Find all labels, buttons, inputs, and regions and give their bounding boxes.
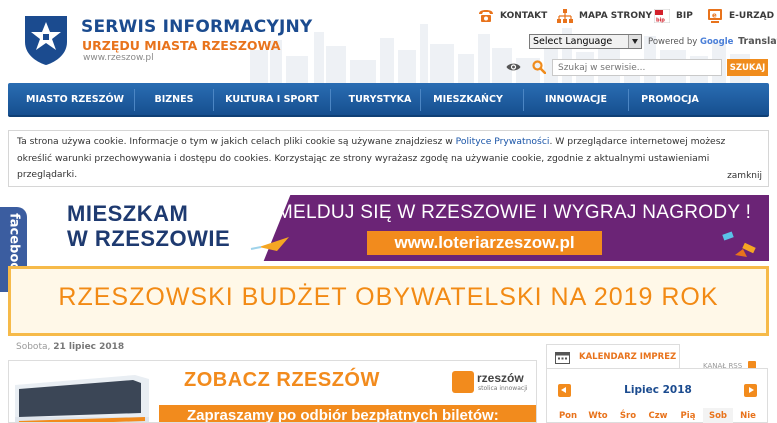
- privacy-policy-link[interactable]: Polityce Prywatności: [456, 136, 550, 147]
- e-office-link[interactable]: e E-URZĄD: [707, 7, 774, 25]
- search-button[interactable]: SZUKAJ: [727, 59, 768, 76]
- main-navigation: MIASTO RZESZÓW BIZNES KULTURA I SPORT TU…: [8, 83, 769, 117]
- svg-text:bip: bip: [656, 18, 665, 24]
- cookie-close-button[interactable]: zamknij: [727, 168, 762, 185]
- site-url: www.rzeszow.pl: [83, 53, 154, 63]
- phone-icon: [479, 10, 493, 22]
- budget-banner-text: RZESZOWSKI BUDŻET OBYWATELSKI NA 2019 RO…: [58, 283, 719, 311]
- weekday-label: Pon: [558, 411, 578, 421]
- nav-item-innowacje[interactable]: INNOWACJE: [536, 83, 616, 117]
- powered-by-text: Powered by: [648, 37, 698, 47]
- rzeszow-logo-tagline: stolica innowacji: [478, 385, 528, 392]
- nav-item-biznes[interactable]: BIZNES: [142, 83, 206, 117]
- city-coat-of-arms-logo[interactable]: [23, 14, 69, 66]
- banner-title-line2: W RZESZOWIE: [67, 226, 231, 251]
- lottery-banner[interactable]: MIESZKAM W RZESZOWIE ZAMELDUJ SIĘ W RZES…: [27, 195, 769, 261]
- sitemap-icon: [557, 9, 573, 23]
- weekday-label: Czw: [648, 411, 668, 421]
- banner-title-line1: MIESZKAM: [67, 201, 189, 226]
- current-date: Sobota, 21 lipiec 2018: [16, 342, 124, 352]
- calendar-month: Lipiec 2018: [624, 384, 692, 396]
- nav-separator: [134, 89, 135, 111]
- bip-label: BIP: [676, 11, 693, 21]
- nav-separator: [330, 89, 331, 111]
- site-subtitle: URZĘDU MIASTA RZESZOWA: [82, 38, 281, 53]
- google-translate-credit: Powered by Google Translate: [648, 36, 777, 47]
- calendar-body: Lipiec 2018 Pon Wto Śro Czw Pią Sob Nie: [546, 368, 768, 423]
- banner-title: MIESZKAM W RZESZOWIE: [67, 201, 230, 251]
- sitemap-label: MAPA STRONY: [579, 11, 653, 21]
- page: SERWIS INFORMACYJNY URZĘDU MIASTA RZESZO…: [0, 0, 777, 423]
- bip-icon: bip: [654, 9, 670, 23]
- language-select-value: Select Language: [533, 36, 613, 47]
- weekday-label: Śro: [619, 411, 637, 421]
- date-weekday: Sobota,: [16, 342, 51, 352]
- e-office-icon: e: [708, 9, 722, 23]
- nav-separator: [420, 89, 421, 111]
- rzeszow-logo-name: rzeszów: [477, 371, 524, 385]
- search-icon: [532, 60, 546, 74]
- nav-separator: [523, 89, 524, 111]
- weekday-label: Sob: [703, 408, 733, 423]
- next-month-button[interactable]: [744, 384, 757, 397]
- translate-text[interactable]: Translate: [738, 36, 777, 47]
- search-input[interactable]: [552, 59, 722, 76]
- rzeszow-logo-icon: [452, 371, 474, 393]
- lottery-url[interactable]: www.loteriarzeszow.pl: [367, 231, 602, 255]
- calendar-icon: [555, 352, 570, 364]
- nav-item-mieszkancy[interactable]: MIESZKAŃCY: [423, 83, 513, 117]
- budget-banner[interactable]: RZESZOWSKI BUDŻET OBYWATELSKI NA 2019 RO…: [8, 266, 769, 336]
- rzeszow-logo: rzeszów stolica innowacji: [452, 371, 532, 399]
- promo-strip-text: Zapraszamy po odbiór bezpłatnych biletów…: [187, 407, 499, 423]
- date-value: 21 lipiec 2018: [53, 342, 125, 352]
- events-calendar: KALENDARZ IMPREZ KANAŁ RSS Lipiec 2018 P…: [546, 342, 768, 423]
- google-logo-text[interactable]: Google: [700, 37, 733, 47]
- contact-label: KONTAKT: [500, 11, 548, 21]
- nav-item-promocja[interactable]: PROMOCJA: [632, 83, 708, 117]
- chevron-down-icon[interactable]: [628, 35, 641, 48]
- weekday-label: Nie: [740, 411, 756, 421]
- eye-icon[interactable]: [506, 62, 521, 72]
- site-title[interactable]: SERWIS INFORMACYJNY: [81, 17, 312, 37]
- header: SERWIS INFORMACYJNY URZĘDU MIASTA RZESZO…: [0, 0, 777, 84]
- calendar-tab[interactable]: KALENDARZ IMPREZ: [546, 344, 680, 368]
- weekday-label: Pią: [680, 411, 696, 421]
- nav-item-turystyka[interactable]: TURYSTYKA: [338, 83, 422, 117]
- bip-link[interactable]: bip BIP: [654, 7, 693, 25]
- e-office-label: E-URZĄD: [729, 11, 775, 21]
- contact-link[interactable]: KONTAKT: [478, 7, 547, 25]
- promo-box[interactable]: ZOBACZ RZESZÓW rzeszów stolica innowacji…: [8, 360, 537, 423]
- banner-heading: ZAMELDUJ SIĘ W RZESZOWIE I WYGRAJ NAGROD…: [252, 202, 752, 223]
- nav-separator: [628, 89, 629, 111]
- cookie-text-before: Ta strona używa cookie. Informacje o tym…: [17, 136, 456, 147]
- calendar-weekdays: Pon Wto Śro Czw Pią Sob Nie: [553, 408, 763, 423]
- svg-text:e: e: [712, 12, 717, 20]
- sitemap-link[interactable]: MAPA STRONY: [557, 7, 652, 25]
- cookie-notice: Ta strona używa cookie. Informacje o tym…: [8, 130, 769, 187]
- calendar-title: KALENDARZ IMPREZ: [579, 352, 677, 362]
- nav-separator: [213, 89, 214, 111]
- nav-item-kultura-i-sport[interactable]: KULTURA I SPORT: [220, 83, 324, 117]
- decorative-confetti-icon: [722, 231, 756, 257]
- language-select[interactable]: Select Language: [529, 34, 642, 49]
- weekday-label: Wto: [588, 411, 608, 421]
- promo-title: ZOBACZ RZESZÓW: [184, 369, 380, 391]
- bus-image: [15, 375, 149, 422]
- paper-plane-icon: [250, 237, 289, 251]
- nav-item-miasto-rzeszow[interactable]: MIASTO RZESZÓW: [22, 83, 128, 117]
